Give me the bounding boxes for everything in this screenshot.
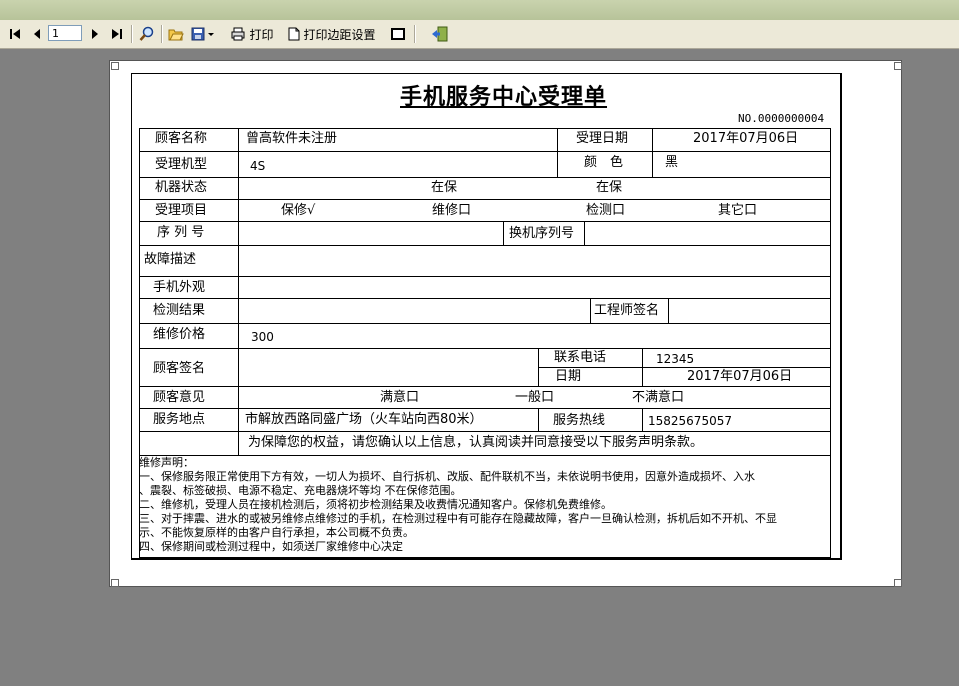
frame-icon — [391, 28, 405, 40]
fault-description-label: 故障描述 — [144, 252, 197, 267]
print-button-label: 打印 — [249, 27, 274, 42]
date-value: 2017年07月06日 — [687, 369, 793, 384]
customer-name-label: 顾客名称 — [155, 131, 208, 146]
accept-date-value: 2017年07月06日 — [693, 131, 799, 146]
last-page-icon — [112, 29, 122, 39]
next-page-button[interactable] — [86, 24, 104, 44]
machine-state-value: 在保 — [431, 180, 458, 195]
machine-state-label: 机器状态 — [155, 180, 208, 195]
exit-button[interactable] — [428, 24, 452, 44]
folder-open-icon — [168, 29, 184, 41]
appearance-label: 手机外观 — [153, 280, 206, 295]
page-icon — [288, 27, 300, 41]
opinion-unsatisfied: 不满意口 — [632, 390, 685, 405]
date-label: 日期 — [555, 369, 582, 384]
print-margin-settings-label: 打印边距设置 — [303, 27, 376, 42]
first-page-icon — [10, 29, 20, 39]
toolbar-separator — [161, 25, 163, 43]
toolbar-separator — [414, 25, 416, 43]
service-item-repair: 维修口 — [432, 203, 472, 218]
page-number-input[interactable]: 1 — [48, 25, 82, 41]
serial-number-label: 序 列 号 — [157, 225, 205, 240]
repair-statement-line: 一、保修服务限正常使用下方有效，一切人为损坏、自行拆机、改版、配件联机不当，未依… — [139, 470, 755, 483]
contact-phone-label: 联系电话 — [554, 350, 607, 365]
magnifier-icon — [139, 26, 154, 41]
repair-statement-heading: 维修声明： — [139, 456, 194, 469]
accept-date-label: 受理日期 — [576, 131, 629, 146]
engineer-signature-label: 工程师签名 — [594, 303, 660, 318]
page-corner-marker — [894, 62, 902, 70]
swap-serial-label: 换机序列号 — [509, 226, 575, 241]
color-value: 黑 — [665, 155, 679, 170]
machine-state-value-secondary: 在保 — [596, 180, 623, 195]
service-hotline-label: 服务热线 — [553, 413, 606, 428]
print-margin-settings-button[interactable]: 打印边距设置 — [284, 24, 380, 44]
service-item-inspect: 检测口 — [586, 203, 626, 218]
floppy-disk-icon — [191, 27, 214, 41]
page-corner-marker — [894, 579, 902, 587]
service-item-other: 其它口 — [718, 203, 758, 218]
page-frame-button[interactable] — [388, 24, 408, 44]
repair-statement-line: 二、维修机，受理人员在接机检测后，须将初步检测结果及收费情况通知客户。保修机免费… — [139, 498, 612, 511]
form-title: 手机服务中心受理单 — [400, 84, 608, 110]
print-preview-toolbar: 1 打印 打印边距设置 — [0, 20, 959, 49]
page-corner-marker — [111, 579, 119, 587]
form-serial-number: NO.0000000004 — [738, 112, 825, 125]
zoom-button[interactable] — [136, 24, 158, 44]
model-label: 受理机型 — [155, 157, 208, 172]
printer-icon — [231, 27, 245, 41]
repair-price-label: 维修价格 — [153, 327, 206, 342]
model-value: 4S — [250, 159, 266, 173]
color-label: 颜 色 — [584, 155, 624, 170]
customer-opinion-label: 顾客意见 — [153, 390, 206, 405]
service-hotline-value: 15825675057 — [648, 414, 732, 428]
last-page-button[interactable] — [108, 24, 126, 44]
repair-statement-line: 三、对于摔震、进水的或被另维修点维修过的手机，在检测过程中有可能存在隐藏故障，客… — [139, 512, 777, 525]
exit-door-icon — [432, 26, 448, 42]
save-button[interactable] — [189, 24, 217, 44]
opinion-satisfied: 满意口 — [380, 390, 420, 405]
customer-name-value: 曾高软件未注册 — [246, 131, 338, 146]
opinion-normal: 一般口 — [515, 390, 555, 405]
open-button[interactable] — [166, 24, 186, 44]
toolbar-separator — [131, 25, 133, 43]
window-title-bar — [0, 0, 959, 20]
repair-statement: 维修声明： 一、保修服务限正常使用下方有效，一切人为损坏、自行拆机、改版、配件联… — [139, 456, 829, 554]
contact-phone-value: 12345 — [656, 352, 695, 366]
print-button[interactable]: 打印 — [227, 24, 277, 44]
confirmation-text: 为保障您的权益，请您确认以上信息，认真阅读并同意接受以下服务声明条款。 — [248, 435, 704, 450]
repair-statement-line: 、震裂、标签破损、电源不稳定、充电器烧坏等均 不在保修范围。 — [139, 484, 462, 497]
inspection-result-label: 检测结果 — [153, 303, 206, 318]
service-item-warranty: 保修√ — [281, 203, 316, 218]
service-location-value: 市解放西路同盛广场（火车站向西80米） — [245, 412, 483, 427]
first-page-button[interactable] — [6, 24, 24, 44]
next-page-icon — [92, 29, 98, 39]
service-location-label: 服务地点 — [153, 412, 206, 427]
repair-statement-line: 示、不能恢复原样的由客户自行承担，本公司概不负责。 — [139, 526, 414, 539]
repair-price-value: 300 — [251, 330, 274, 344]
previous-page-button[interactable] — [28, 24, 46, 44]
customer-signature-label: 顾客签名 — [153, 361, 206, 376]
repair-statement-line: 四、保修期间或检测过程中，如须送厂家维修中心决定 — [139, 540, 403, 553]
previous-page-icon — [34, 29, 40, 39]
page-corner-marker — [111, 62, 119, 70]
service-item-label: 受理项目 — [155, 203, 208, 218]
